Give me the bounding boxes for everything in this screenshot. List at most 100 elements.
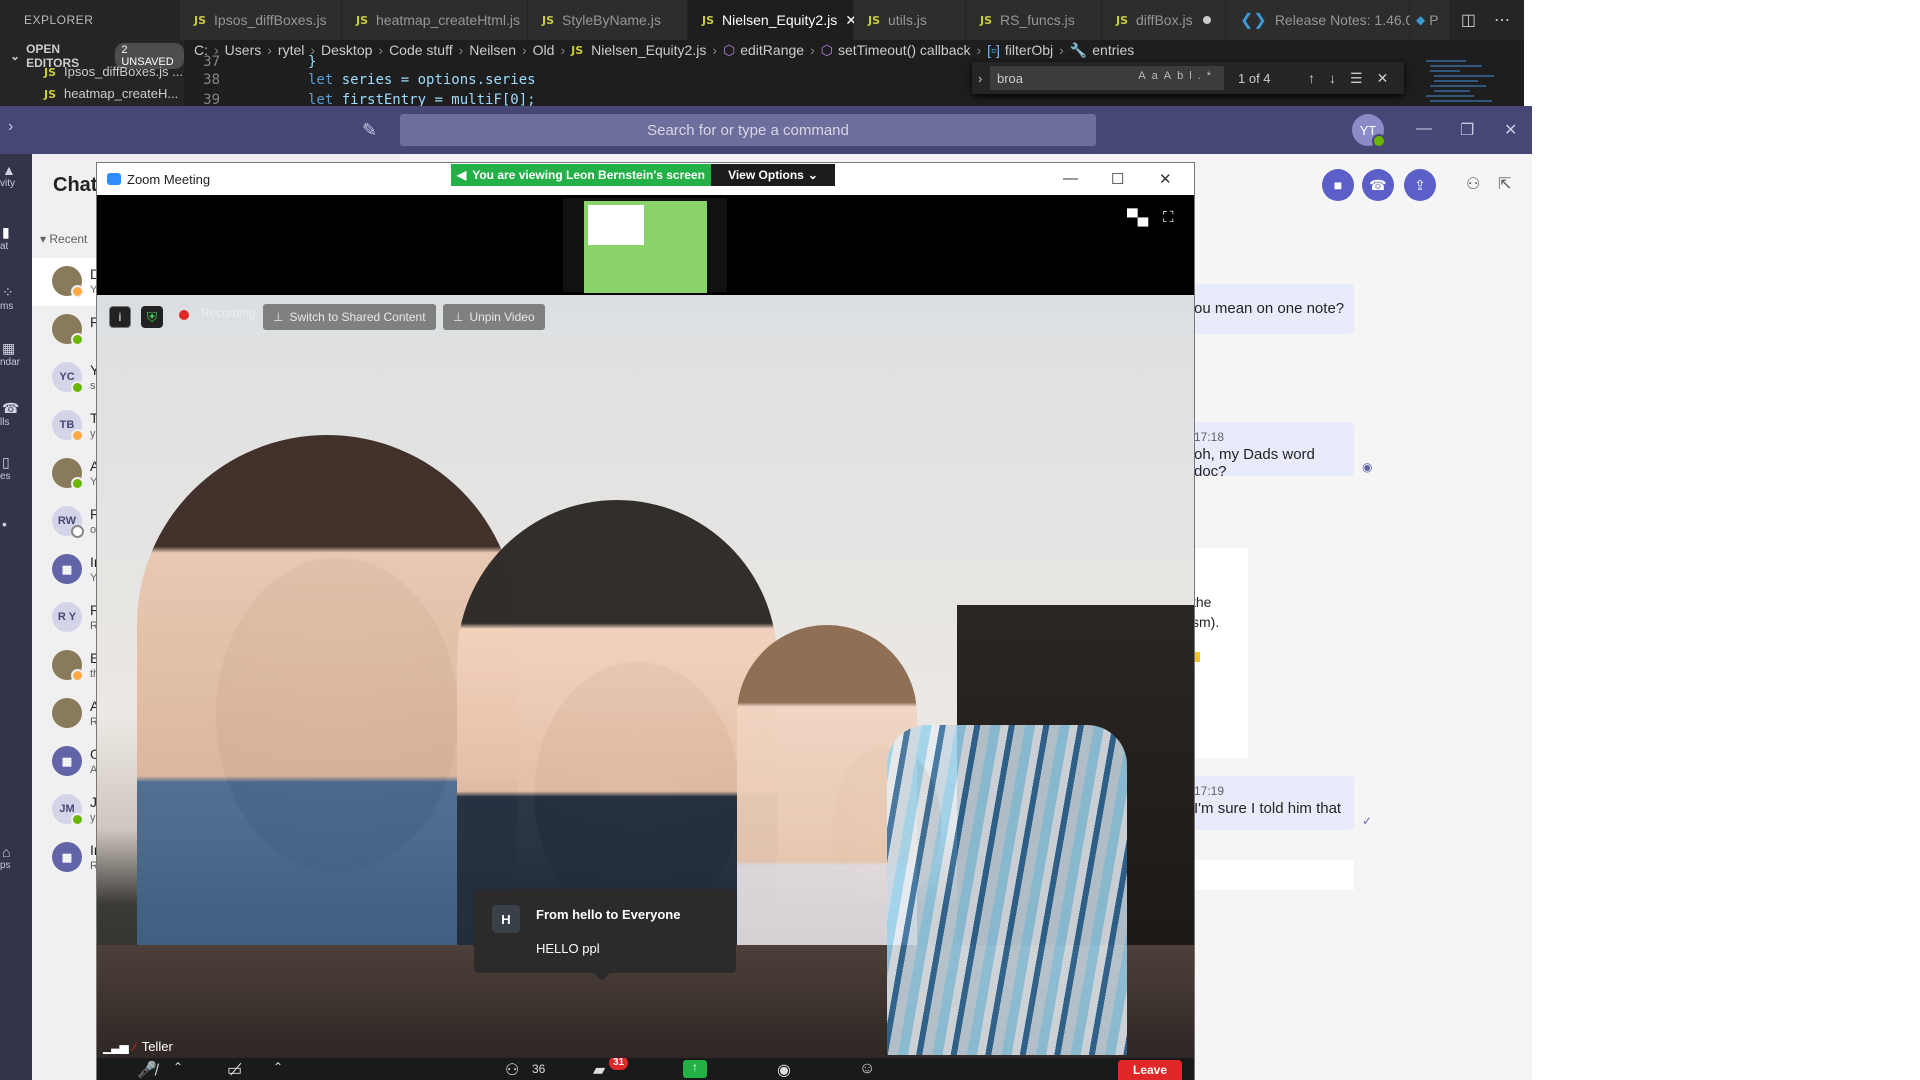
phone-icon: ☎ [1369,176,1387,193]
teams-icon: ⁘ [2,284,14,300]
close-icon[interactable]: ✕ [1159,170,1172,188]
compose-icon[interactable]: ✎ [362,120,377,141]
tab-release-notes[interactable]: ❮❯ Release Notes: 1.46.0 [1226,0,1413,40]
add-people-icon[interactable]: ⚇ [1466,174,1480,194]
video-off-icon[interactable]: ▭̸ [227,1060,242,1080]
file-icon: ▯ [2,454,10,470]
leave-button[interactable]: Leave [1118,1060,1182,1080]
avatar: JM [52,794,84,826]
breadcrumb-item[interactable]: Neilsen [469,42,516,58]
match-case-icon[interactable]: Aa [1138,70,1163,82]
chevron-up-icon[interactable]: ⌃ [173,1060,183,1074]
tab-stylebyname[interactable]: JS StyleByName.js [528,0,688,40]
reactions-icon[interactable]: ☺ [859,1060,875,1078]
split-editor-icon[interactable]: ◫ [1461,10,1476,30]
rail-calendar[interactable]: ▦ ndar [0,340,32,368]
chevron-right-icon[interactable]: › [8,118,13,136]
calendar-icon: ▦ [2,340,16,356]
open-editor-item[interactable]: JS heatmap_createH... [44,86,178,101]
shield-icon[interactable]: ⛨ [141,306,163,328]
rail-activity[interactable]: ▲ vity [0,162,32,189]
chat-notification[interactable]: H From hello to Everyone HELLO ppl [474,889,736,981]
chat-message [1188,860,1354,890]
rail-files[interactable]: ▯ es [0,454,32,482]
find-in-selection-icon[interactable]: ☰ [1350,70,1363,87]
share-screen-button[interactable]: ⇪ [1404,169,1436,201]
tab-heatmap-createhtml[interactable]: JS heatmap_createHtml.js [342,0,528,40]
audio-call-button[interactable]: ☎ [1362,169,1394,201]
avatar: H [492,905,520,933]
breadcrumb-item[interactable]: entries [1092,42,1134,58]
tab-utils[interactable]: JS utils.js [854,0,966,40]
rail-apps[interactable]: ⌂ ps [0,844,32,871]
unpin-video-button[interactable]: ⊥ Unpin Video [443,304,545,330]
rail-chat[interactable]: ▮ at [0,224,32,252]
regex-icon[interactable]: .* [1198,70,1217,82]
explorer-title: EXPLORER [24,13,94,27]
breadcrumb-item[interactable]: editRange [740,42,804,58]
tab-overflow[interactable]: ◆ P [1410,0,1450,40]
rail-teams[interactable]: ⁘ ms [0,284,32,312]
js-file-icon: JS [868,13,881,27]
switch-to-shared-content-button[interactable]: ⊥ Switch to Shared Content [263,304,436,330]
avatar [52,650,84,682]
search-input[interactable]: Search for or type a command [400,114,1096,146]
more-actions-icon[interactable]: ⋯ [1494,10,1510,30]
tab-label: heatmap_createHtml.js [376,12,520,28]
breadcrumb-item[interactable]: Desktop [321,42,372,58]
tab-rs-funcs[interactable]: JS RS_funcs.js [966,0,1102,40]
avatar[interactable]: YT [1352,114,1386,148]
presence-icon [71,381,84,394]
breadcrumb-item[interactable]: Nielsen_Equity2.js [591,42,706,58]
mute-icon[interactable]: 🎤̸ [137,1060,157,1080]
restore-icon[interactable]: ❐ [1460,120,1474,140]
pop-out-icon[interactable]: ⇱ [1498,174,1511,194]
avatar: RW [52,506,84,538]
info-icon[interactable]: i [109,306,131,328]
minimap[interactable] [1426,56,1510,106]
breadcrumb-item[interactable]: Old [533,42,555,58]
minimize-icon[interactable]: — [1063,170,1078,187]
unsaved-dot-icon[interactable] [1202,16,1211,24]
breadcrumb-item[interactable]: filterObj [1005,42,1053,58]
next-match-icon[interactable]: ↓ [1329,70,1336,87]
chat-message: the sm). [1188,548,1248,758]
share-screen-icon[interactable]: ↑ [683,1060,707,1078]
whole-word-icon[interactable]: Abl [1164,70,1198,82]
open-editors-panel: ⌄ OPEN EDITORS 2 UNSAVED JS Ipsos_diffBox… [0,40,184,106]
rail-more[interactable]: • [0,516,32,532]
close-icon[interactable]: ✕ [1377,70,1389,87]
zoom-logo-icon [107,173,121,185]
tab-diffbox[interactable]: JS diffBox.js [1102,0,1226,40]
recent-section-label[interactable]: ▾ Recent [40,232,87,246]
tab-ipsos-diffboxes[interactable]: JS Ipsos_diffBoxes.js [180,0,342,40]
shared-screen-thumbnail[interactable] [563,198,727,293]
find-input[interactable]: broa AaAbl.* [990,66,1224,90]
js-file-icon: JS [356,13,369,27]
vscode-logo-icon: ❮❯ [1240,12,1267,29]
layout-icon[interactable]: ▀▄ [1127,209,1148,226]
participant-video[interactable]: i ⛨ Recording ⊥ Switch to Shared Content… [97,295,1194,1058]
record-icon[interactable]: ◉ [777,1060,791,1080]
maximize-icon[interactable]: ☐ [1111,170,1124,188]
open-editor-item[interactable]: JS Ipsos_diffBoxes.js ... [44,64,183,79]
breadcrumb-item[interactable]: Code stuff [389,42,453,58]
rail-calls[interactable]: ☎ lls [0,400,32,428]
breadcrumb-item[interactable]: setTimeout() callback [838,42,971,58]
participants-icon[interactable]: ⚇ [505,1060,519,1080]
minimize-icon[interactable]: — [1416,120,1432,138]
chat-icon[interactable]: ▰ [593,1060,605,1080]
notification-body: HELLO ppl [536,941,600,956]
tab-label: diffBox.js [1136,12,1193,28]
chat-icon: ▮ [2,224,10,240]
view-options-button[interactable]: View Options ⌄ [711,164,835,186]
fullscreen-icon[interactable]: ⛶ [1163,209,1174,226]
tab-nielsen-equity2[interactable]: JS Nielsen_Equity2.js ✕ [688,0,857,40]
video-call-button[interactable]: ■ [1322,169,1354,201]
toggle-replace-icon[interactable]: › [978,71,982,86]
more-icon: • [2,516,7,532]
editor-actions: ◫ ⋯ [1461,10,1510,30]
chevron-up-icon[interactable]: ⌃ [273,1060,283,1074]
close-icon[interactable]: ✕ [1504,120,1517,140]
previous-match-icon[interactable]: ↑ [1308,70,1315,87]
